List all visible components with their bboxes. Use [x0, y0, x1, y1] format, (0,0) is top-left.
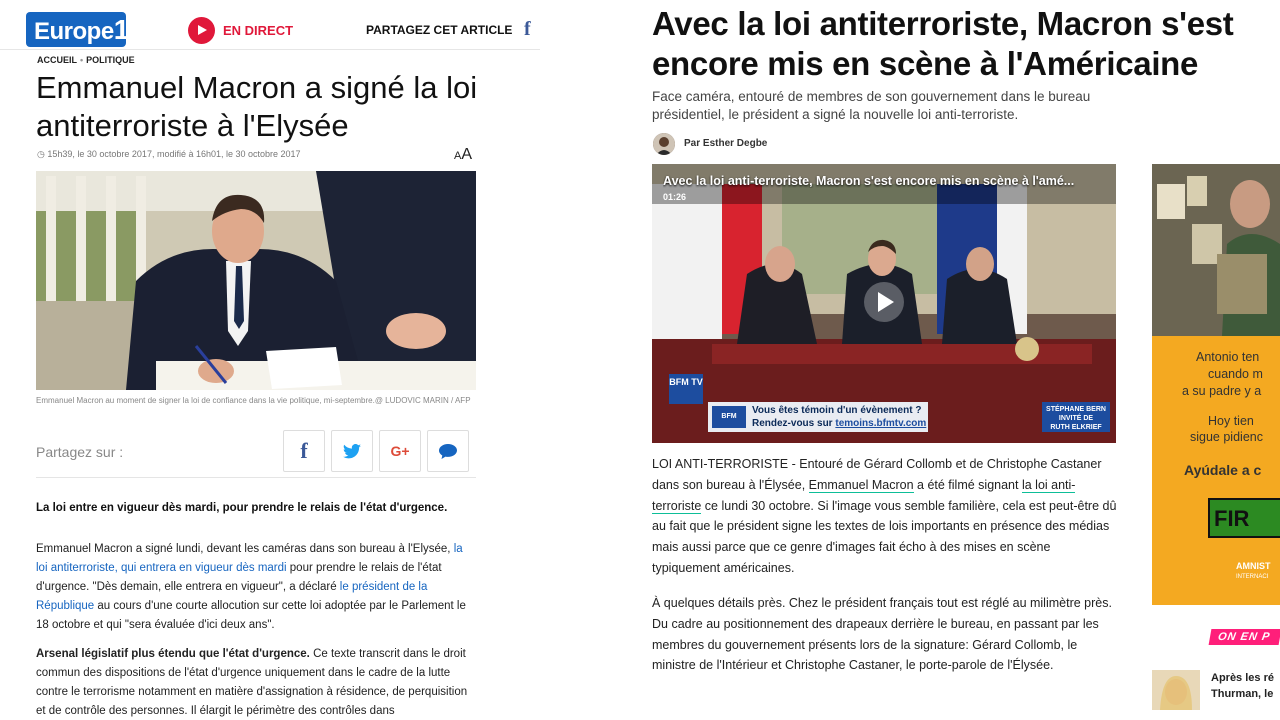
- article-lead: La loi entre en vigueur dès mardi, pour …: [36, 502, 448, 514]
- paragraph-heading: Arsenal législatif plus étendu que l'éta…: [36, 648, 310, 660]
- article-paragraph-1: LOI ANTI-TERRORISTE - Entouré de Gérard …: [652, 454, 1117, 579]
- article-subtitle: Face caméra, entouré de membres de son g…: [652, 89, 1091, 122]
- font-size-toggle[interactable]: AA: [454, 146, 472, 164]
- author-avatar-image: [653, 133, 675, 155]
- article-photo: [36, 171, 476, 390]
- guest-name: STÉPHANE BERN: [1046, 406, 1106, 413]
- article-paragraph-2: À quelques détails près. Chez le préside…: [652, 596, 1112, 673]
- breadcrumb-section[interactable]: POLITIQUE: [86, 55, 135, 65]
- ad-line-6: Ayúdale a c: [1184, 462, 1262, 478]
- live-play-icon[interactable]: [188, 17, 215, 44]
- link-emmanuel-macron[interactable]: Emmanuel Macron: [808, 477, 914, 493]
- related-headline[interactable]: Après les ré Thurman, le: [1211, 670, 1274, 702]
- live-link[interactable]: EN DIRECT: [223, 23, 293, 38]
- ad-line-1: Antonio ten: [1196, 350, 1260, 364]
- ticker-link: temoins.bfmtv.com: [835, 418, 927, 429]
- paragraph-text: ce lundi 30 octobre. Si l'image vous sem…: [652, 498, 1117, 575]
- breadcrumb-home[interactable]: ACCUEIL: [37, 55, 77, 65]
- play-icon[interactable]: [864, 282, 904, 322]
- author-avatar[interactable]: [653, 133, 675, 155]
- video-player[interactable]: Avec la loi anti-terroriste, Macron s'es…: [652, 164, 1116, 443]
- related-line-2: Thurman, le: [1211, 688, 1274, 700]
- ticker-line-1: Vous êtes témoin d'un évènement ?: [752, 405, 922, 416]
- ad-line-3: a su padre y a: [1182, 384, 1262, 398]
- on-air-badge[interactable]: ON EN P: [1208, 629, 1280, 645]
- google-plus-icon: G+: [390, 443, 410, 459]
- related-image: [1152, 670, 1200, 710]
- video-duration: 01:26: [663, 192, 687, 202]
- ad-line-2: cuando m: [1208, 367, 1263, 381]
- related-line-1: Après les ré: [1211, 672, 1274, 684]
- on-air-label: ON EN P: [1216, 631, 1272, 643]
- bfmtv-logo: BFM TV: [669, 374, 703, 404]
- ticker-line-2: Rendez-vous sur temoins.bfmtv.com: [752, 418, 926, 429]
- share-comments-button[interactable]: [427, 430, 469, 472]
- article-dateline: ◷ 15h39, le 30 octobre 2017, modifié à 1…: [37, 149, 301, 160]
- ad-image: [1152, 164, 1280, 336]
- share-on-label: Partagez sur :: [36, 444, 124, 460]
- europe1-article-pane: Europe1 EN DIRECT PARTAGEZ CET ARTICLE f…: [0, 0, 540, 720]
- facebook-icon: f: [300, 438, 308, 463]
- font-large-glyph: A: [461, 146, 473, 163]
- share-article-label[interactable]: PARTAGEZ CET ARTICLE: [366, 23, 512, 37]
- site-header: Europe1 EN DIRECT PARTAGEZ CET ARTICLE f: [0, 0, 540, 50]
- comment-bubble-icon: [439, 444, 457, 459]
- related-thumbnail[interactable]: [1152, 670, 1200, 710]
- bfmtv-ticker: BFM Vous êtes témoin d'un évènement ? Re…: [708, 402, 928, 432]
- ticker-tag: BFM: [712, 406, 746, 428]
- breadcrumb-separator: •: [80, 55, 84, 65]
- paragraph-text: Emmanuel Macron a signé lundi, devant le…: [36, 543, 454, 555]
- amnesty-ad[interactable]: Antonio ten cuando m a su padre y a Hoy …: [1152, 164, 1280, 605]
- huffpost-article-pane: Avec la loi antiterroriste, Macron s'est…: [540, 0, 1280, 720]
- share-facebook-button[interactable]: f: [283, 430, 325, 472]
- clock-icon: ◷: [37, 149, 48, 159]
- europe1-logo[interactable]: Europe1: [26, 12, 129, 47]
- article-title: Avec la loi antiterroriste, Macron s'est…: [652, 5, 1234, 82]
- paragraph-text: au cours d'une courte allocution sur cet…: [36, 600, 466, 631]
- paragraph-text: a été filmé signant: [913, 477, 1022, 492]
- twitter-bird-icon: [343, 444, 361, 459]
- ticker-prefix: Rendez-vous sur: [752, 418, 836, 429]
- ad-sign-button[interactable]: FIR: [1208, 498, 1280, 538]
- author-byline[interactable]: Par Esther Degbe: [684, 138, 767, 149]
- article-title: Emmanuel Macron a signé la loi antiterro…: [36, 70, 478, 143]
- photo-caption: Emmanuel Macron au moment de signer la l…: [36, 396, 471, 405]
- ad-line-4: Hoy tien: [1208, 414, 1254, 428]
- article-paragraph-2: Arsenal législatif plus étendu que l'éta…: [36, 645, 476, 720]
- share-twitter-button[interactable]: [331, 430, 373, 472]
- share-googleplus-button[interactable]: G+: [379, 430, 421, 472]
- macron-signing-photo: [36, 171, 476, 390]
- video-title[interactable]: Avec la loi anti-terroriste, Macron s'es…: [663, 174, 1108, 188]
- share-divider: [36, 477, 476, 478]
- dateline-text: 15h39, le 30 octobre 2017, modifié à 16h…: [47, 149, 301, 159]
- article-paragraph-1: Emmanuel Macron a signé lundi, devant le…: [36, 540, 476, 635]
- guest-role: INVITÉ DE: [1058, 415, 1094, 422]
- ad-line-5: sigue pidienc: [1190, 430, 1263, 444]
- ad-brand-sub: INTERNACI: [1236, 574, 1269, 580]
- ad-brand: AMNIST: [1236, 561, 1271, 571]
- guest-caption: STÉPHANE BERN INVITÉ DE RUTH ELKRIEF: [1042, 402, 1110, 432]
- facebook-icon[interactable]: f: [524, 18, 531, 41]
- ad-photo: [1152, 164, 1280, 336]
- breadcrumb: ACCUEIL • POLITIQUE: [37, 55, 135, 65]
- guest-host: RUTH ELKRIEF: [1050, 424, 1102, 431]
- ad-button-label: FIR: [1214, 506, 1250, 531]
